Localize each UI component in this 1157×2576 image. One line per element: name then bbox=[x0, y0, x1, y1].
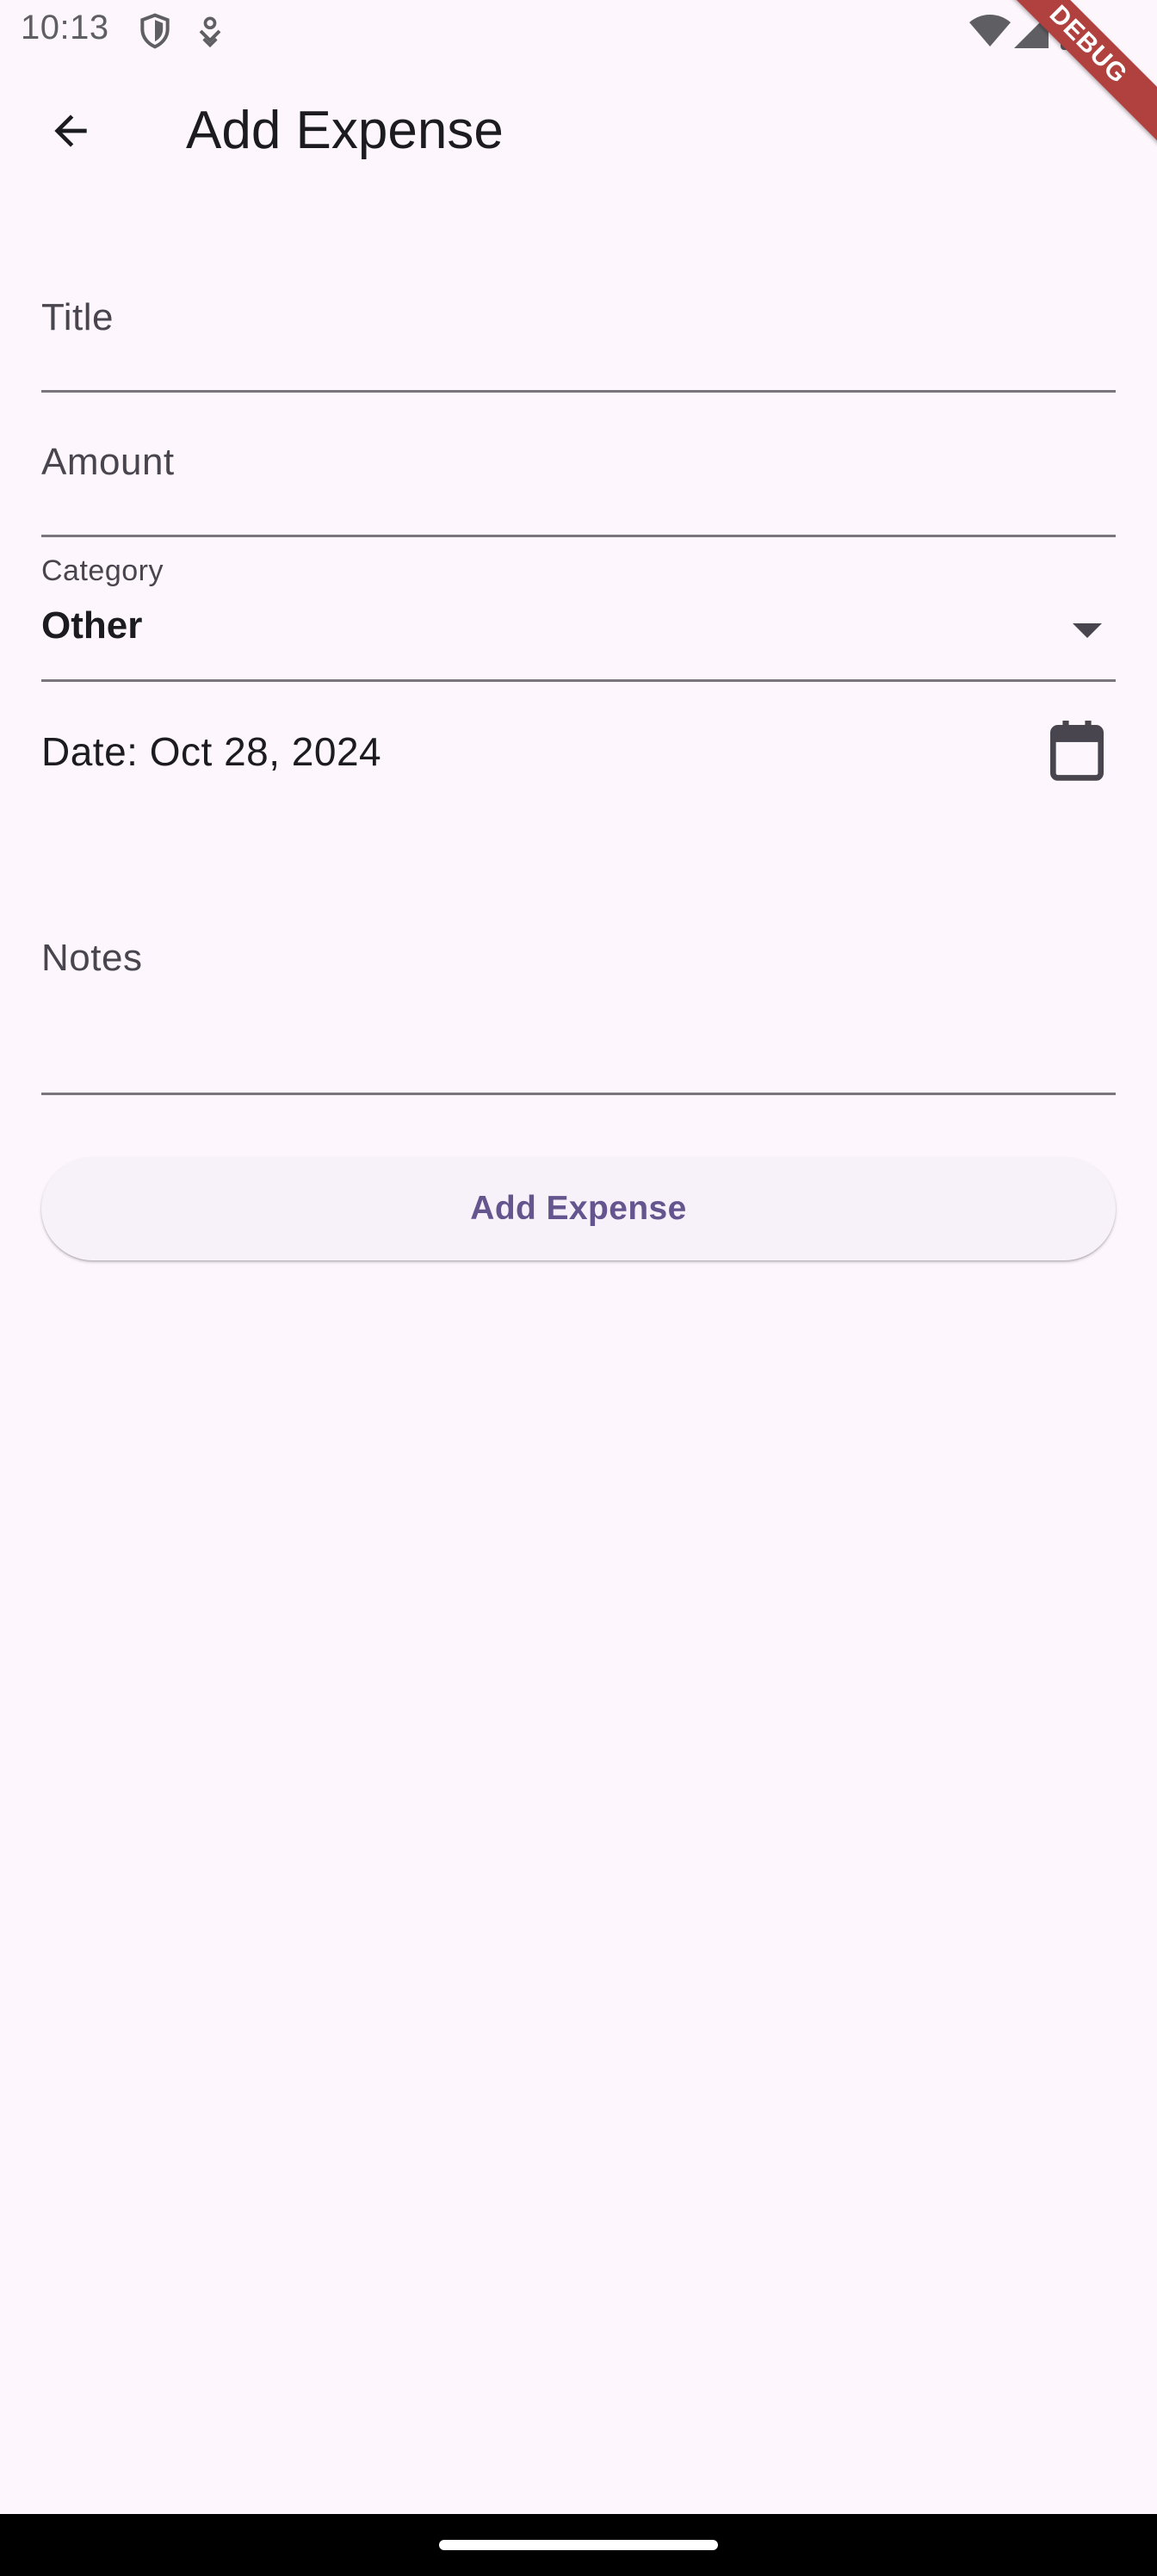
status-time: 10:13 bbox=[21, 9, 109, 46]
category-underline bbox=[41, 679, 1116, 682]
add-expense-button[interactable]: Add Expense bbox=[41, 1157, 1116, 1260]
calendar-icon bbox=[1048, 720, 1106, 787]
amount-field-underline bbox=[41, 535, 1116, 537]
amount-field[interactable]: Amount bbox=[41, 417, 1116, 537]
system-nav-bar bbox=[0, 2514, 1157, 2576]
app-bar: Add Expense bbox=[0, 64, 1157, 201]
add-expense-screen: 10:13 DEBUG Add Expense Title Amount Cat… bbox=[0, 0, 1157, 2576]
title-field-underline bbox=[41, 390, 1116, 393]
arrow-back-icon bbox=[46, 107, 95, 159]
category-label: Category bbox=[41, 554, 164, 587]
date-row: Date: Oct 28, 2024 bbox=[41, 715, 1116, 792]
notes-field[interactable]: Notes bbox=[41, 913, 1116, 1095]
category-selected-value: Other bbox=[41, 604, 143, 647]
date-picker-button[interactable] bbox=[1038, 715, 1116, 792]
notes-field-label: Notes bbox=[41, 937, 143, 979]
notes-field-underline bbox=[41, 1093, 1116, 1095]
amount-field-label: Amount bbox=[41, 441, 175, 483]
dropdown-arrow-icon bbox=[1073, 623, 1102, 638]
wifi-icon bbox=[969, 14, 1011, 53]
location-icon bbox=[193, 12, 227, 54]
page-title: Add Expense bbox=[186, 101, 504, 160]
category-dropdown[interactable]: Category Other bbox=[41, 554, 1116, 682]
vpn-shield-icon bbox=[136, 12, 174, 54]
home-indicator[interactable] bbox=[439, 2540, 718, 2550]
title-field-label: Title bbox=[41, 296, 114, 338]
title-field[interactable]: Title bbox=[41, 272, 1116, 393]
back-button[interactable] bbox=[29, 91, 112, 174]
status-bar: 10:13 bbox=[0, 0, 1157, 64]
date-text: Date: Oct 28, 2024 bbox=[41, 729, 382, 774]
